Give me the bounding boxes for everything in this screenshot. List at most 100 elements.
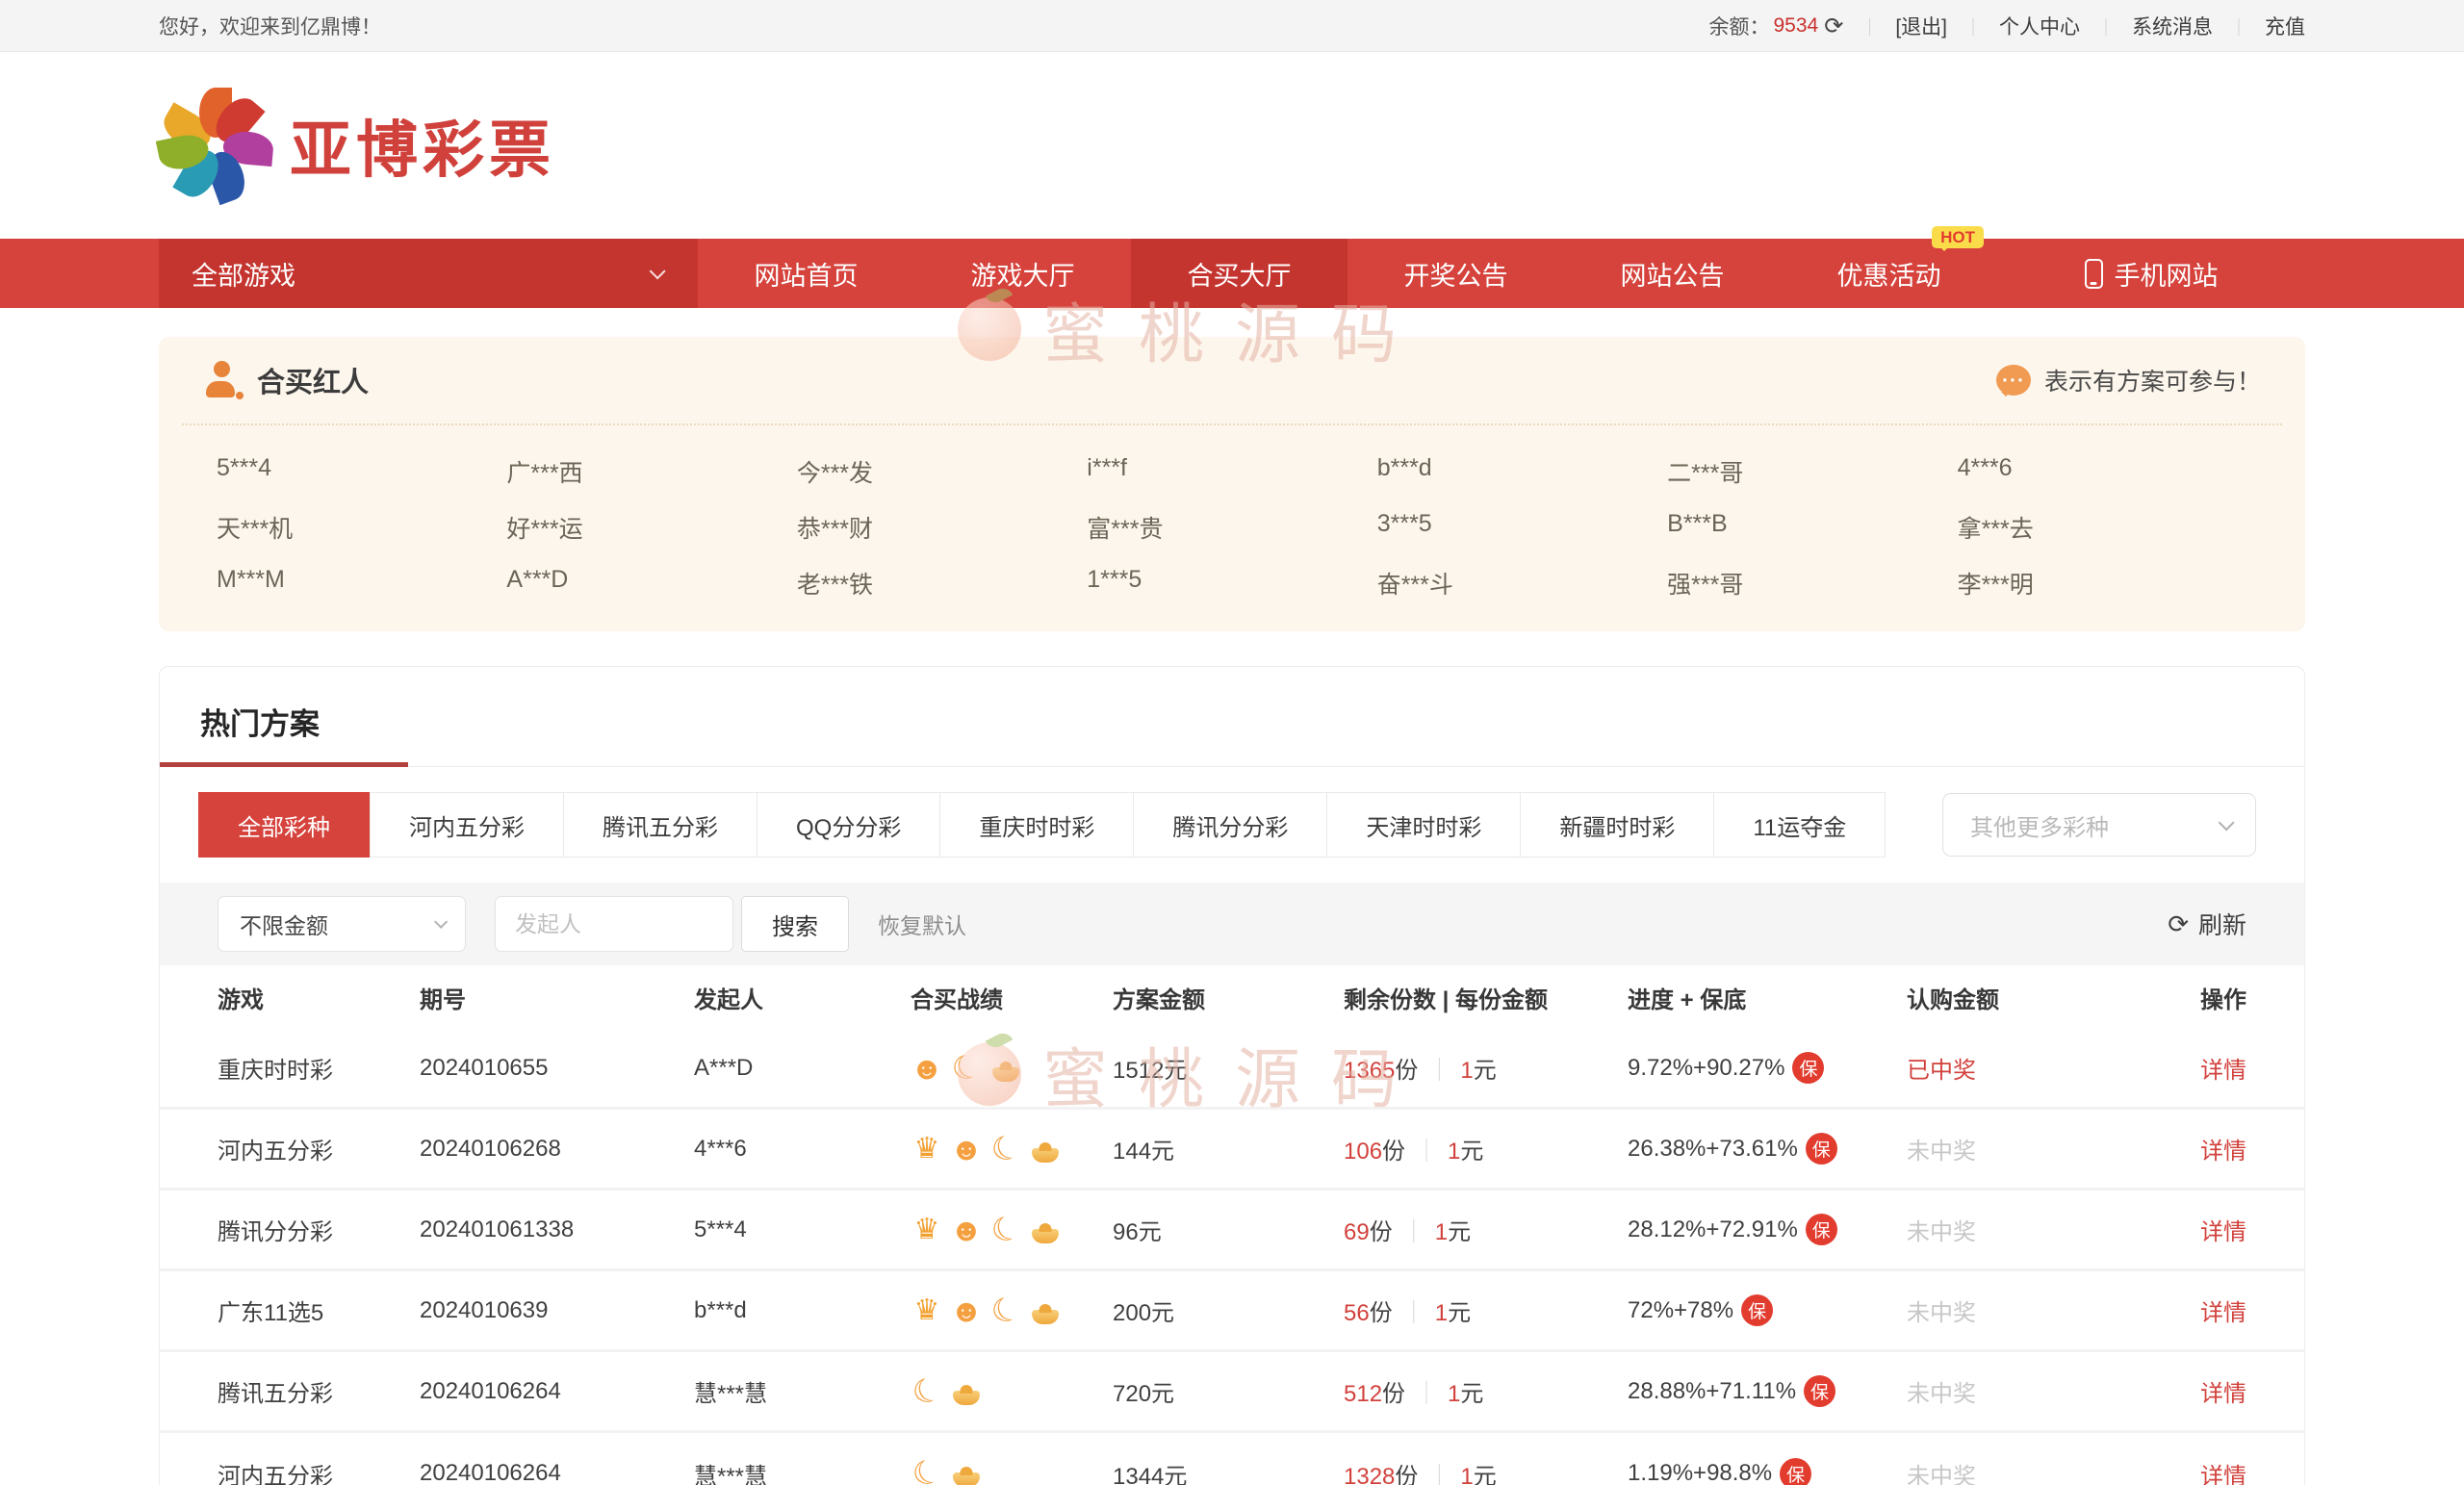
game-cell: 重庆时时彩 <box>218 1051 420 1085</box>
nav-item-3[interactable]: 合买大厅 <box>1131 239 1348 308</box>
record-medals <box>911 1213 1113 1247</box>
balance-value: 9534 <box>1774 14 1819 38</box>
hot-user[interactable]: i***f <box>1087 454 1376 489</box>
per-unit: 元 <box>1448 1219 1471 1245</box>
separator: ｜ <box>1861 18 1878 38</box>
more-lottery-select[interactable]: 其他更多彩种 <box>1942 793 2256 857</box>
per-unit: 元 <box>1474 1464 1497 1485</box>
tab-7[interactable]: 天津时时彩 <box>1327 792 1521 858</box>
nav-all-games[interactable]: 全部游戏 <box>159 239 698 308</box>
initiator-cell: 慧***慧 <box>694 1374 911 1408</box>
status-cell: 未中奖 <box>1907 1213 2157 1246</box>
action-cell: 详情 <box>2157 1051 2246 1085</box>
nav-item-1[interactable]: 网站首页 <box>698 239 914 308</box>
nav-item-label: 手机网站 <box>2115 255 2219 293</box>
site-header: 亚博彩票 <box>0 52 2464 239</box>
table-row: 广东11选52024010639b***d200元56份｜1元72%+78%保未… <box>160 1271 2304 1352</box>
table-row: 河内五分彩20240106264慧***慧1344元1328份｜1元1.19%+… <box>160 1433 2304 1485</box>
search-button[interactable]: 搜索 <box>741 896 849 952</box>
hot-user[interactable]: 今***发 <box>797 454 1087 489</box>
nav-items: 网站首页游戏大厅 合买大厅 开奖公告网站公告优惠活动HOT 手机网站 <box>698 239 2305 308</box>
hot-user[interactable]: 二***哥 <box>1667 454 1957 489</box>
detail-link[interactable]: 详情 <box>2200 1381 2246 1407</box>
hot-user[interactable]: 恭***财 <box>797 510 1087 545</box>
per-unit: 元 <box>1474 1058 1497 1084</box>
hot-user[interactable]: 富***贵 <box>1087 510 1376 545</box>
shares-cell: 69份｜1元 <box>1344 1213 1628 1246</box>
topbar-link-系统消息[interactable]: 系统消息 <box>2132 16 2213 38</box>
detail-link[interactable]: 详情 <box>2200 1300 2246 1326</box>
tab-8[interactable]: 新疆时时彩 <box>1521 792 1714 858</box>
detail-link[interactable]: 详情 <box>2200 1139 2246 1165</box>
issue-cell: 2024010655 <box>420 1055 694 1082</box>
table-row: 腾讯五分彩20240106264慧***慧720元512份｜1元28.88%+7… <box>160 1352 2304 1433</box>
separator: ｜ <box>1427 1058 1450 1084</box>
progress-text: 9.72%+90.27% <box>1628 1055 1784 1082</box>
hot-user[interactable]: 天***机 <box>217 510 506 545</box>
hot-user[interactable]: A***D <box>506 566 796 601</box>
shares-cell: 106份｜1元 <box>1344 1132 1628 1165</box>
record-medals <box>911 1051 1113 1086</box>
moon-icon <box>989 1132 1022 1166</box>
tab-2[interactable]: 河内五分彩 <box>370 792 564 858</box>
hot-user[interactable]: 拿***去 <box>1958 510 2247 545</box>
separator: ｜ <box>1427 1464 1450 1485</box>
tab-1[interactable]: 全部彩种 <box>198 792 370 858</box>
topbar-link-充值[interactable]: 充值 <box>2265 16 2305 38</box>
detail-link[interactable]: 详情 <box>2200 1464 2246 1485</box>
col-initiator: 发起人 <box>694 981 911 1014</box>
topbar-link-个人中心[interactable]: 个人中心 <box>1999 16 2080 38</box>
hot-user[interactable]: 1***5 <box>1087 566 1376 601</box>
shares-unit: 份 <box>1370 1300 1393 1326</box>
face-icon <box>911 1051 943 1086</box>
chevron-down-icon <box>2219 814 2235 831</box>
hot-user[interactable]: M***M <box>217 566 506 601</box>
hot-user[interactable]: 奋***斗 <box>1377 566 1667 601</box>
detail-link[interactable]: 详情 <box>2200 1058 2246 1084</box>
amount-cell: 1344元 <box>1113 1457 1344 1485</box>
col-action: 操作 <box>2157 981 2246 1014</box>
refresh-link[interactable]: ⟳ 刷新 <box>2168 907 2246 941</box>
table-row: 河内五分彩202401062684***6144元106份｜1元26.38%+7… <box>160 1110 2304 1191</box>
nav-item-6[interactable]: 优惠活动HOT <box>1781 239 1997 308</box>
site-logo[interactable]: 亚博彩票 <box>159 89 555 202</box>
balance-refresh-icon[interactable]: ⟳ <box>1824 13 1843 40</box>
tab-5[interactable]: 重庆时时彩 <box>940 792 1134 858</box>
hot-user[interactable]: B***B <box>1667 510 1957 545</box>
shares-cell: 1365份｜1元 <box>1344 1051 1628 1085</box>
nav-item-2[interactable]: 游戏大厅 <box>914 239 1131 308</box>
detail-link[interactable]: 详情 <box>2200 1219 2246 1245</box>
tab-9[interactable]: 11运夺金 <box>1714 792 1886 858</box>
nav-item-5[interactable]: 网站公告 <box>1564 239 1781 308</box>
shares-count: 1328 <box>1344 1464 1395 1485</box>
status-cell: 未中奖 <box>1907 1457 2157 1485</box>
nav-item-7[interactable]: 手机网站 <box>1997 239 2305 308</box>
hot-user[interactable]: 广***西 <box>506 454 796 489</box>
hot-user[interactable]: b***d <box>1377 454 1667 489</box>
per-amount: 1 <box>1460 1464 1473 1485</box>
reset-default-link[interactable]: 恢复默认 <box>878 908 966 940</box>
nav-item-label: 合买大厅 <box>1188 255 1292 293</box>
topbar-link-退出[interactable]: [退出] <box>1895 16 1947 38</box>
hot-user[interactable]: 3***5 <box>1377 510 1667 545</box>
ingot-icon <box>1029 1213 1062 1247</box>
hot-user[interactable]: 4***6 <box>1958 454 2247 489</box>
hot-user[interactable]: 老***铁 <box>797 566 1087 601</box>
guarantee-badge: 保 <box>1806 1133 1837 1165</box>
amount-cell: 1512元 <box>1113 1051 1344 1085</box>
tab-6[interactable]: 腾讯分分彩 <box>1134 792 1327 858</box>
hot-user[interactable]: 好***运 <box>506 510 796 545</box>
welcome-text: 您好，欢迎来到亿鼎博！ <box>159 12 381 40</box>
tab-3[interactable]: 腾讯五分彩 <box>564 792 757 858</box>
hot-users-note-text: 表示有方案可参与！ <box>2044 363 2261 397</box>
hot-user[interactable]: 强***哥 <box>1667 566 1957 601</box>
amount-filter-select[interactable]: 不限金额 <box>218 896 466 952</box>
tab-4[interactable]: QQ分分彩 <box>757 792 940 858</box>
hot-user[interactable]: 5***4 <box>217 454 506 489</box>
initiator-input[interactable] <box>495 896 733 952</box>
hot-user[interactable]: 李***明 <box>1958 566 2247 601</box>
action-cell: 详情 <box>2157 1213 2246 1246</box>
action-cell: 详情 <box>2157 1132 2246 1165</box>
nav-item-4[interactable]: 开奖公告 <box>1348 239 1564 308</box>
issue-cell: 20240106264 <box>420 1460 694 1485</box>
